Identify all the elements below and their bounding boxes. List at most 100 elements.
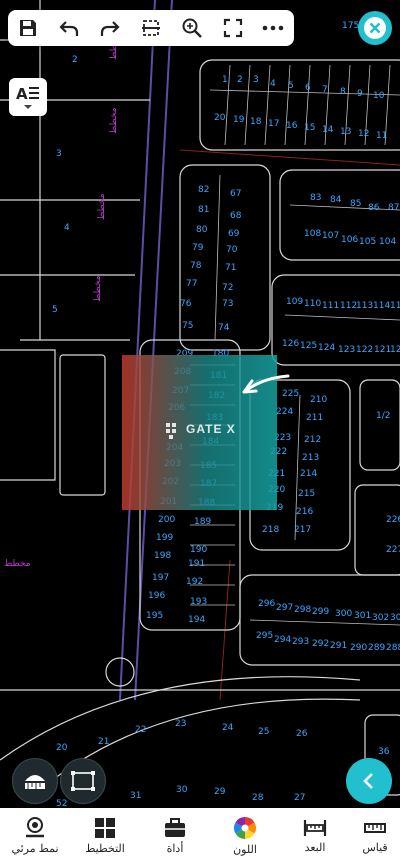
svg-text:2: 2 xyxy=(237,75,243,85)
svg-text:21: 21 xyxy=(98,737,109,747)
svg-text:120: 120 xyxy=(390,345,400,355)
color-wheel-icon xyxy=(234,817,256,839)
nav-label: البعد xyxy=(304,842,326,854)
map-canvas[interactable]: 1234 5678 9 10 20 19 18 17 16 15 14 13 12 11 82 6… xyxy=(0,0,400,808)
svg-text:190: 190 xyxy=(190,545,207,555)
svg-text:292: 292 xyxy=(312,639,329,649)
svg-text:26: 26 xyxy=(296,729,308,739)
svg-text:84: 84 xyxy=(330,195,342,205)
svg-text:مخطط: مخطط xyxy=(93,275,103,302)
svg-text:4: 4 xyxy=(270,79,276,89)
svg-text:108: 108 xyxy=(304,229,321,239)
svg-text:79: 79 xyxy=(192,243,204,253)
svg-text:23: 23 xyxy=(175,719,186,729)
svg-text:29: 29 xyxy=(214,787,226,797)
svg-text:212: 212 xyxy=(304,435,321,445)
nav-label: نمط مرئي xyxy=(11,843,59,855)
svg-text:87: 87 xyxy=(388,203,399,213)
nav-layout[interactable]: التخطيط xyxy=(70,817,140,855)
svg-text:217: 217 xyxy=(294,525,311,535)
svg-text:109: 109 xyxy=(286,297,303,307)
svg-text:2: 2 xyxy=(72,55,78,65)
svg-text:126: 126 xyxy=(282,339,299,349)
measure-tool-button[interactable] xyxy=(12,758,58,804)
text-layers-button[interactable]: A xyxy=(9,78,47,116)
svg-text:86: 86 xyxy=(368,203,380,213)
svg-text:5: 5 xyxy=(288,81,294,91)
svg-text:10: 10 xyxy=(373,91,385,101)
svg-text:70: 70 xyxy=(226,245,238,255)
more-icon[interactable] xyxy=(257,12,289,44)
save-icon[interactable] xyxy=(12,12,44,44)
nav-tool[interactable]: أداة xyxy=(140,817,210,855)
toolbox-icon xyxy=(165,818,185,837)
fullscreen-icon[interactable] xyxy=(217,12,249,44)
svg-text:114: 114 xyxy=(373,301,390,311)
nav-label: التخطيط xyxy=(85,843,125,855)
svg-text:77: 77 xyxy=(186,279,197,289)
svg-text:288: 288 xyxy=(386,643,400,653)
undo-icon[interactable] xyxy=(53,12,85,44)
svg-text:27: 27 xyxy=(294,793,305,803)
close-button[interactable] xyxy=(358,11,392,45)
svg-text:125: 125 xyxy=(300,341,317,351)
svg-text:72: 72 xyxy=(222,283,233,293)
zoom-icon[interactable] xyxy=(176,12,208,44)
svg-text:73: 73 xyxy=(222,299,233,309)
svg-text:106: 106 xyxy=(341,235,358,245)
svg-text:80: 80 xyxy=(196,225,208,235)
grid-icon xyxy=(95,818,115,838)
svg-text:110: 110 xyxy=(304,299,321,309)
svg-text:8: 8 xyxy=(340,87,346,97)
svg-text:301: 301 xyxy=(354,611,371,621)
crop-icon[interactable] xyxy=(135,12,167,44)
svg-text:113: 113 xyxy=(356,301,373,311)
nav-label: أداة xyxy=(166,843,184,855)
svg-text:295: 295 xyxy=(256,631,273,641)
svg-text:225: 225 xyxy=(282,389,299,399)
svg-text:227: 227 xyxy=(386,545,400,555)
svg-text:300: 300 xyxy=(335,609,352,619)
svg-text:297: 297 xyxy=(276,603,293,613)
nav-dimension[interactable]: البعد xyxy=(280,818,350,854)
redo-icon[interactable] xyxy=(94,12,126,44)
svg-text:28: 28 xyxy=(252,793,264,803)
svg-text:74: 74 xyxy=(218,323,230,333)
svg-text:302: 302 xyxy=(372,613,389,623)
svg-text:111: 111 xyxy=(322,301,339,311)
svg-text:216: 216 xyxy=(296,507,313,517)
chevron-down-icon xyxy=(24,105,32,109)
svg-text:75: 75 xyxy=(182,321,193,331)
nav-label: اللون xyxy=(233,844,257,856)
svg-text:192: 192 xyxy=(186,577,203,587)
svg-text:115: 115 xyxy=(390,301,400,311)
svg-text:13: 13 xyxy=(340,127,351,137)
svg-text:19: 19 xyxy=(233,115,245,125)
text-layers-icon: A xyxy=(16,85,39,103)
collapse-panel-button[interactable] xyxy=(346,758,392,804)
nav-visual-style[interactable]: نمط مرئي xyxy=(0,817,70,855)
svg-text:224: 224 xyxy=(276,407,293,417)
svg-text:16: 16 xyxy=(286,121,298,131)
svg-text:4: 4 xyxy=(64,223,70,233)
svg-text:189: 189 xyxy=(194,517,211,527)
eye-icon xyxy=(26,817,44,838)
selection-frame-button[interactable] xyxy=(60,758,106,804)
svg-text:68: 68 xyxy=(230,211,242,221)
nav-measure[interactable]: قياس xyxy=(350,818,400,854)
svg-text:12: 12 xyxy=(358,129,369,139)
svg-text:200: 200 xyxy=(158,515,175,525)
bottom-nav: نمط مرئي التخطيط أداة اللون البعد قياس xyxy=(0,808,400,864)
svg-text:85: 85 xyxy=(350,199,361,209)
svg-text:107: 107 xyxy=(322,231,339,241)
svg-text:81: 81 xyxy=(198,205,209,215)
svg-text:226: 226 xyxy=(386,515,400,525)
svg-text:67: 67 xyxy=(230,189,241,199)
svg-text:296: 296 xyxy=(258,599,275,609)
svg-text:123: 123 xyxy=(338,345,355,355)
nav-color[interactable]: اللون xyxy=(210,816,280,856)
svg-text:11: 11 xyxy=(376,131,387,141)
svg-text:124: 124 xyxy=(318,343,335,353)
svg-text:69: 69 xyxy=(228,229,240,239)
svg-text:3: 3 xyxy=(253,75,259,85)
